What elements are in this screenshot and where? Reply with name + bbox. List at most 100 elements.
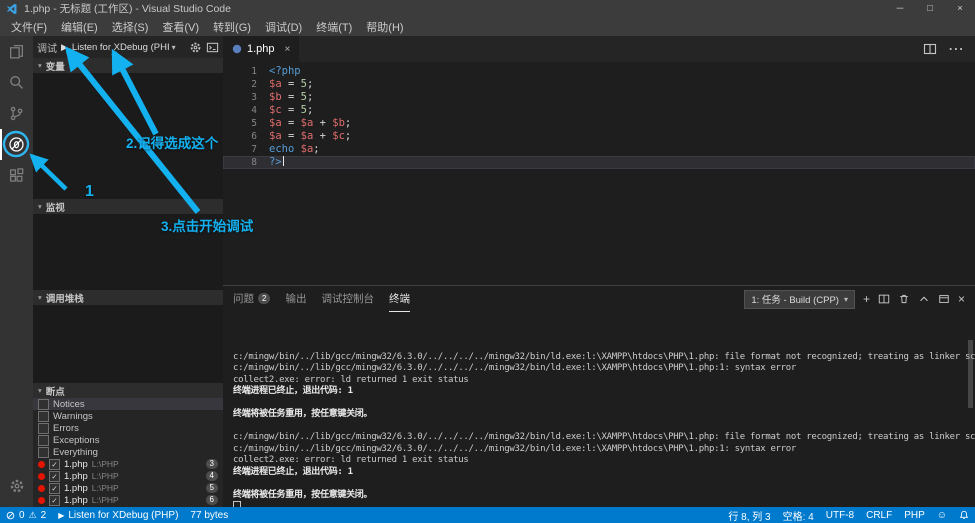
new-terminal-icon[interactable]: + — [863, 293, 870, 305]
code-line[interactable]: 2$a = 5; — [223, 78, 975, 91]
menu-item[interactable]: 选择(S) — [105, 17, 156, 36]
breakpoint-dot-icon — [38, 461, 45, 468]
terminal-line: c:/mingw/bin/../lib/gcc/mingw32/6.3.0/..… — [233, 432, 965, 444]
checkbox[interactable] — [38, 423, 49, 434]
more-actions-icon[interactable]: ⋯ — [948, 39, 964, 59]
checkbox[interactable]: ✓ — [49, 483, 60, 494]
breakpoint-row[interactable]: ✓1.phpL:\PHP6 — [33, 494, 223, 506]
activity-source-control[interactable] — [0, 98, 33, 129]
close-window-button[interactable]: × — [945, 0, 975, 17]
menu-item[interactable]: 帮助(H) — [359, 17, 410, 36]
terminal-line — [233, 421, 965, 433]
start-debugging-button[interactable]: ▶ — [61, 42, 68, 53]
section-call-stack[interactable]: ▾ 调用堆栈 — [33, 290, 223, 305]
menu-item[interactable]: 查看(V) — [155, 17, 206, 36]
activity-search[interactable] — [0, 67, 33, 98]
terminal-line — [233, 398, 965, 410]
smiley-icon: ☺ — [937, 510, 947, 521]
section-watch[interactable]: ▾ 监视 — [33, 199, 223, 214]
activity-settings[interactable] — [0, 470, 33, 501]
checkbox[interactable] — [38, 435, 49, 446]
title-bar: 1.php - 无标题 (工作区) - Visual Studio Code ─… — [0, 0, 975, 17]
code-line[interactable]: 3$b = 5; — [223, 91, 975, 104]
debug-status[interactable]: ▶ Listen for XDebug (PHP) — [52, 507, 184, 523]
activity-debug[interactable] — [0, 129, 33, 160]
close-icon[interactable]: × — [285, 44, 291, 55]
code-line[interactable]: 1<?php — [223, 65, 975, 78]
breakpoint-row[interactable]: ✓1.phpL:\PHP5 — [33, 482, 223, 494]
activity-extensions[interactable] — [0, 160, 33, 191]
toggle-debug-console-button[interactable] — [206, 41, 219, 54]
menu-item[interactable]: 终端(T) — [309, 17, 359, 36]
line-number[interactable]: 4 — [223, 104, 269, 117]
panel-layout-icon[interactable] — [938, 293, 950, 305]
breakpoint-filter-row[interactable]: Notices — [33, 398, 223, 410]
checkbox[interactable]: ✓ — [49, 471, 60, 482]
line-number[interactable]: 8 — [223, 156, 269, 169]
code-text: $a = 5; — [269, 78, 313, 91]
indentation-status[interactable]: 空格: 4 — [777, 507, 820, 523]
eol-status[interactable]: CRLF — [860, 507, 898, 523]
breakpoint-filter-label: Errors — [53, 423, 79, 434]
breakpoint-filter-row[interactable]: Everything — [33, 446, 223, 458]
breakpoint-dot-icon — [38, 473, 45, 480]
maximize-panel-icon[interactable] — [918, 293, 930, 305]
language-status[interactable]: PHP — [898, 507, 931, 523]
breakpoint-filter-row[interactable]: Warnings — [33, 410, 223, 422]
code-line[interactable]: 7echo $a; — [223, 143, 975, 156]
split-terminal-icon[interactable] — [878, 293, 890, 305]
code-line[interactable]: 8?> — [223, 156, 975, 169]
breakpoint-dot-icon — [38, 485, 45, 492]
line-number[interactable]: 2 — [223, 78, 269, 91]
menu-item[interactable]: 转到(G) — [206, 17, 258, 36]
section-variables[interactable]: ▾ 变量 — [33, 58, 223, 73]
line-number[interactable]: 5 — [223, 117, 269, 130]
code-line[interactable]: 5$a = $a + $b; — [223, 117, 975, 130]
menu-item[interactable]: 文件(F) — [4, 17, 54, 36]
close-panel-icon[interactable]: × — [958, 293, 965, 305]
breakpoint-row[interactable]: ✓1.phpL:\PHP3 — [33, 458, 223, 470]
line-number[interactable]: 7 — [223, 143, 269, 156]
menu-bar: 文件(F)编辑(E)选择(S)查看(V)转到(G)调试(D)终端(T)帮助(H) — [0, 17, 975, 36]
notifications-status[interactable] — [953, 507, 975, 523]
terminal-output[interactable]: c:/mingw/bin/../lib/gcc/mingw32/6.3.0/..… — [223, 312, 975, 507]
panel-tab[interactable]: 问题2 — [233, 286, 270, 312]
kill-terminal-icon[interactable] — [898, 293, 910, 305]
menu-item[interactable]: 调试(D) — [258, 17, 309, 36]
checkbox[interactable] — [38, 411, 49, 422]
code-editor[interactable]: 1<?php2$a = 5;3$b = 5;4$c = 5;5$a = $a +… — [223, 62, 975, 285]
panel-tab[interactable]: 调试控制台 — [321, 286, 374, 312]
encoding-status[interactable]: UTF-8 — [820, 507, 860, 523]
checkbox[interactable] — [38, 399, 49, 410]
problems-status[interactable]: 0 ⚠ 2 — [0, 507, 52, 523]
split-editor-icon[interactable] — [923, 42, 937, 56]
line-number[interactable]: 3 — [223, 91, 269, 104]
checkbox[interactable]: ✓ — [49, 495, 60, 506]
call-stack-panel — [33, 305, 223, 383]
breakpoint-filter-row[interactable]: Errors — [33, 422, 223, 434]
checkbox[interactable]: ✓ — [49, 459, 60, 470]
terminal-picker[interactable]: 1: 任务 - Build (CPP) ▾ — [744, 290, 855, 309]
panel-tab[interactable]: 输出 — [285, 286, 306, 312]
breakpoint-filter-row[interactable]: Exceptions — [33, 434, 223, 446]
line-number[interactable]: 1 — [223, 65, 269, 78]
activity-bar — [0, 36, 33, 507]
configure-gear-button[interactable] — [189, 41, 202, 54]
code-line[interactable]: 6$a = $a + $c; — [223, 130, 975, 143]
tab-label: 1.php — [247, 43, 275, 55]
tab-1php[interactable]: 1.php × — [223, 36, 299, 62]
line-number[interactable]: 6 — [223, 130, 269, 143]
cursor-position-status[interactable]: 行 8, 列 3 — [722, 507, 776, 523]
panel-tab[interactable]: 终端 — [389, 286, 410, 312]
debug-config-dropdown[interactable]: Listen for XDebug (PHI ▾ — [72, 42, 185, 53]
menu-item[interactable]: 编辑(E) — [54, 17, 105, 36]
minimize-button[interactable]: ─ — [885, 0, 915, 17]
breakpoint-row[interactable]: ✓1.phpL:\PHP4 — [33, 470, 223, 482]
checkbox[interactable] — [38, 447, 49, 458]
maximize-button[interactable]: □ — [915, 0, 945, 17]
terminal-scrollbar[interactable] — [968, 340, 973, 408]
code-line[interactable]: 4$c = 5; — [223, 104, 975, 117]
section-breakpoints[interactable]: ▾ 断点 — [33, 383, 223, 398]
activity-explorer[interactable] — [0, 36, 33, 67]
feedback-status[interactable]: ☺ — [931, 507, 953, 523]
